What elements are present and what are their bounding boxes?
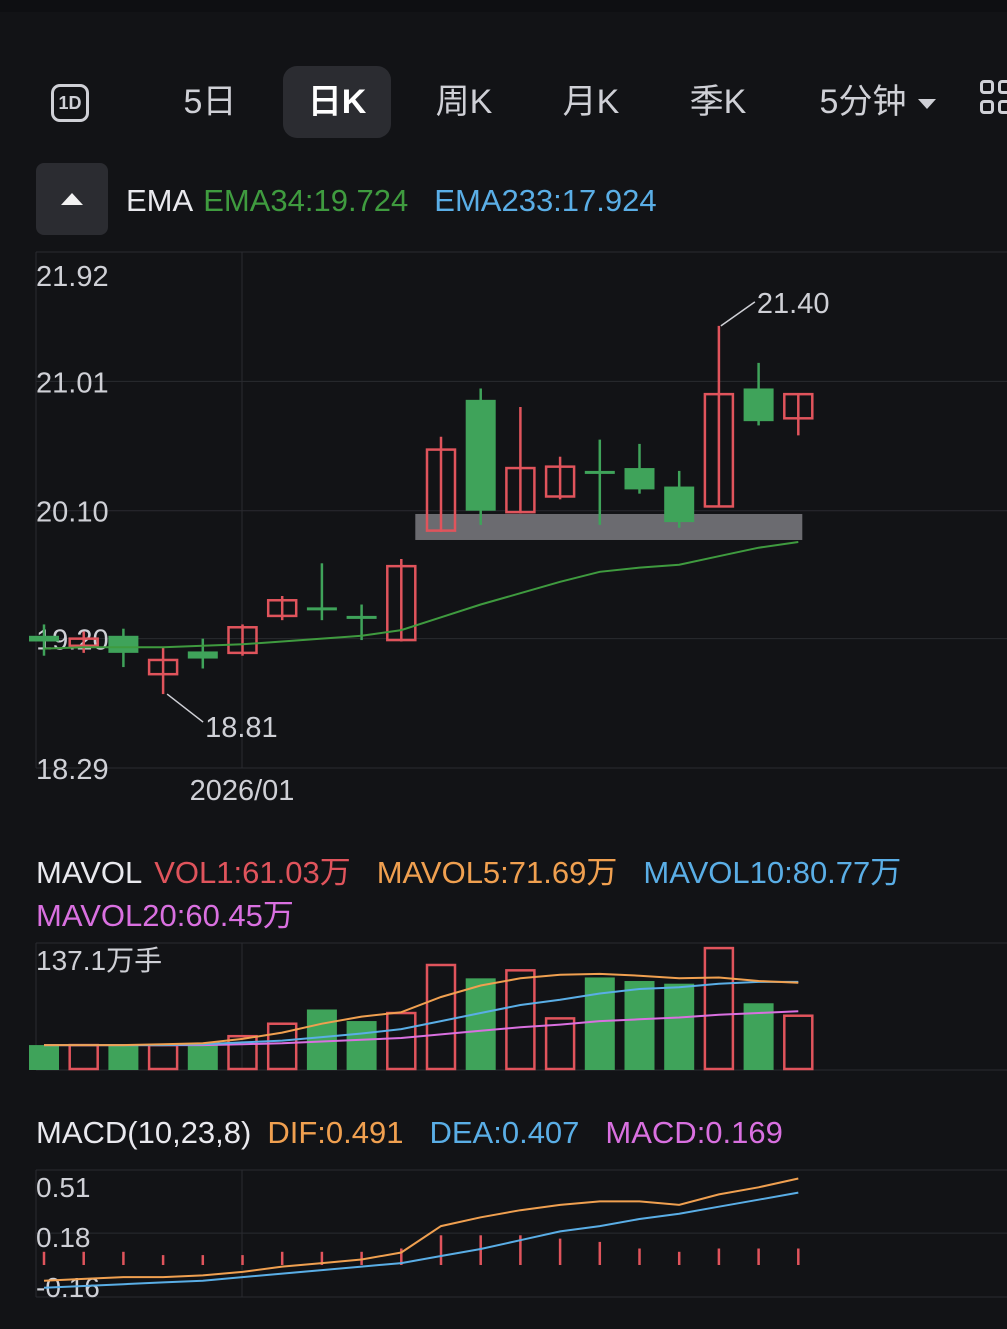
candle-body xyxy=(584,470,615,474)
dif-value: DIF:0.491 xyxy=(267,1115,404,1150)
tab-monthly-k[interactable]: 月K xyxy=(545,66,637,138)
ema34-line xyxy=(43,541,799,650)
mavol-legend-line2: MAVOL20:60.45万 xyxy=(36,890,320,935)
ema-legend[interactable]: EMA EMA34:19.724 EMA233:17.924 xyxy=(126,183,683,219)
volume-bar xyxy=(624,981,655,1070)
low-price-label: 18.81 xyxy=(205,712,278,744)
volume-bar xyxy=(346,1021,377,1070)
candle-body xyxy=(346,615,377,619)
candle-body xyxy=(306,607,337,611)
period-tabs: 1D 5日 日K 周K 月K 季K 5分钟 xyxy=(0,66,1007,140)
candle-body xyxy=(664,486,695,523)
volume-bar xyxy=(108,1045,139,1070)
tab-5day[interactable]: 5日 xyxy=(160,66,260,138)
candle-body xyxy=(108,635,139,653)
macd-legend[interactable]: MACD(10,23,8) DIF:0.491 DEA:0.407 MACD:0.16… xyxy=(36,1115,809,1151)
tab-5min-label: 5分钟 xyxy=(819,83,907,121)
price-tick-label: 21.01 xyxy=(36,367,109,399)
candle-body xyxy=(29,635,59,642)
chevron-down-icon xyxy=(918,99,937,110)
high-pointer xyxy=(720,301,756,327)
mavol20-value: MAVOL20:60.45万 xyxy=(36,898,294,933)
macd-tick-label: 0.51 xyxy=(36,1172,91,1203)
volume-bar xyxy=(147,1043,179,1071)
tab-quarterly-k[interactable]: 季K xyxy=(672,66,764,138)
mavol-legend[interactable]: MAVOL VOL1:61.03万 MAVOL5:71.69万 MAVOL10:80.… xyxy=(36,847,927,892)
support-zone xyxy=(415,513,803,540)
dea-value: DEA:0.407 xyxy=(429,1115,580,1150)
price-tick-label: 20.10 xyxy=(36,497,109,529)
price-tick-label: 21.92 xyxy=(36,261,109,293)
triangle-up-icon xyxy=(61,193,83,205)
grid-menu-icon[interactable] xyxy=(980,80,1007,120)
high-price-label: 21.40 xyxy=(757,288,830,320)
candle-body xyxy=(465,399,496,511)
volume-bar xyxy=(386,1011,417,1071)
volume-bar xyxy=(306,1009,337,1070)
volume-max-label: 137.1万手 xyxy=(36,945,162,976)
ema233-value: EMA233:17.924 xyxy=(434,183,657,218)
collapse-indicator-button[interactable] xyxy=(36,163,108,235)
vol1-value: VOL1:61.03万 xyxy=(154,855,351,890)
candle-body xyxy=(624,468,655,490)
volume-bar xyxy=(465,978,496,1070)
mavol-label: MAVOL xyxy=(36,855,143,890)
volume-bar xyxy=(783,1014,814,1071)
volume-bar xyxy=(703,946,735,1071)
one-day-icon[interactable]: 1D xyxy=(51,84,89,122)
ema34-value: EMA34:19.724 xyxy=(203,183,409,218)
volume-bar xyxy=(505,969,536,1071)
macd-chart[interactable]: 0.510.18-0.16 xyxy=(0,1165,1007,1305)
candlestick-chart[interactable]: 21.9221.0120.1019.2018.2921.4018.812026/… xyxy=(0,230,1007,810)
candle-body xyxy=(743,388,774,422)
status-strip xyxy=(0,0,1007,12)
tab-weekly-k[interactable]: 周K xyxy=(418,66,510,138)
macd-tick-label: 0.18 xyxy=(36,1222,91,1253)
ema-label: EMA xyxy=(126,183,194,218)
volume-bar xyxy=(425,963,457,1071)
price-tick-label: 18.29 xyxy=(36,754,109,786)
candle-body xyxy=(187,651,218,659)
mavol5-value: MAVOL5:71.69万 xyxy=(376,855,618,890)
tab-5min-dropdown[interactable]: 5分钟 xyxy=(808,66,948,138)
dif-line xyxy=(43,1177,799,1282)
volume-bar xyxy=(187,1045,218,1070)
low-pointer xyxy=(166,693,204,723)
volume-chart[interactable]: 137.1万手 xyxy=(0,940,1007,1080)
tab-daily-k[interactable]: 日K xyxy=(283,66,391,138)
volume-bar xyxy=(68,1043,99,1071)
macd-label: MACD(10,23,8) xyxy=(36,1115,252,1150)
volume-bar xyxy=(664,983,695,1070)
volume-bar xyxy=(29,1045,59,1070)
mavol10-value: MAVOL10:80.77万 xyxy=(643,855,902,890)
macd-value: MACD:0.169 xyxy=(605,1115,783,1150)
date-tick-label: 2026/01 xyxy=(190,775,295,807)
